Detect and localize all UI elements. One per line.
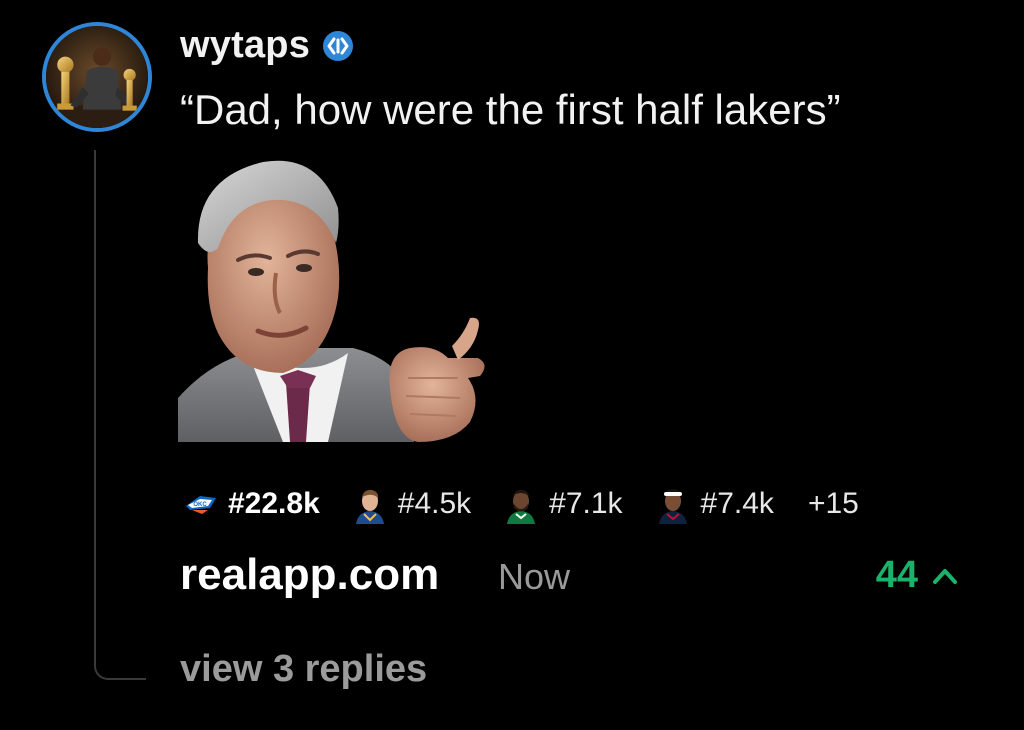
site-link[interactable]: realapp.com [180,550,439,600]
player-avatar-icon [658,489,687,524]
upvote-button[interactable]: 44 [876,554,960,597]
player-avatar-icon [355,489,384,524]
user-avatar[interactable] [42,22,152,132]
rank-label: #7.1k [549,487,623,520]
thunder-team-logo-icon: OKC [186,496,216,514]
comment-image[interactable] [178,148,494,442]
player-avatar-icon [507,490,536,524]
svg-text:OKC: OKC [193,502,207,508]
upvote-count: 44 [875,554,918,596]
username[interactable]: wytaps [180,24,310,67]
timestamp: Now [498,556,571,597]
meme-man-thumb-gesture-image [178,148,494,442]
rank-item-player-1[interactable]: #4.5k [350,484,471,524]
chevron-up-icon [933,568,957,584]
rank-item-player-3[interactable]: #7.4k [653,484,774,524]
avatar-image [46,26,148,128]
verified-badge-icon [323,30,354,61]
thread-line [94,150,146,680]
comment-footer: realapp.com Now 44 [180,550,960,606]
view-replies-link[interactable]: view 3 replies [180,648,427,691]
more-ranks-count[interactable]: +15 [808,487,859,521]
rank-label: #7.4k [700,487,774,520]
rank-label: #4.5k [397,487,472,520]
comment-text: “Dad, how were the first half lakers” [180,86,841,133]
rank-label: #22.8k [228,487,320,520]
rank-item-thunder[interactable]: OKC #22.8k [180,484,320,524]
team-rank-row: OKC #22.8k #4.5k #7.1k #7.4k +15 [180,484,859,524]
rank-item-player-2[interactable]: #7.1k [501,484,623,524]
